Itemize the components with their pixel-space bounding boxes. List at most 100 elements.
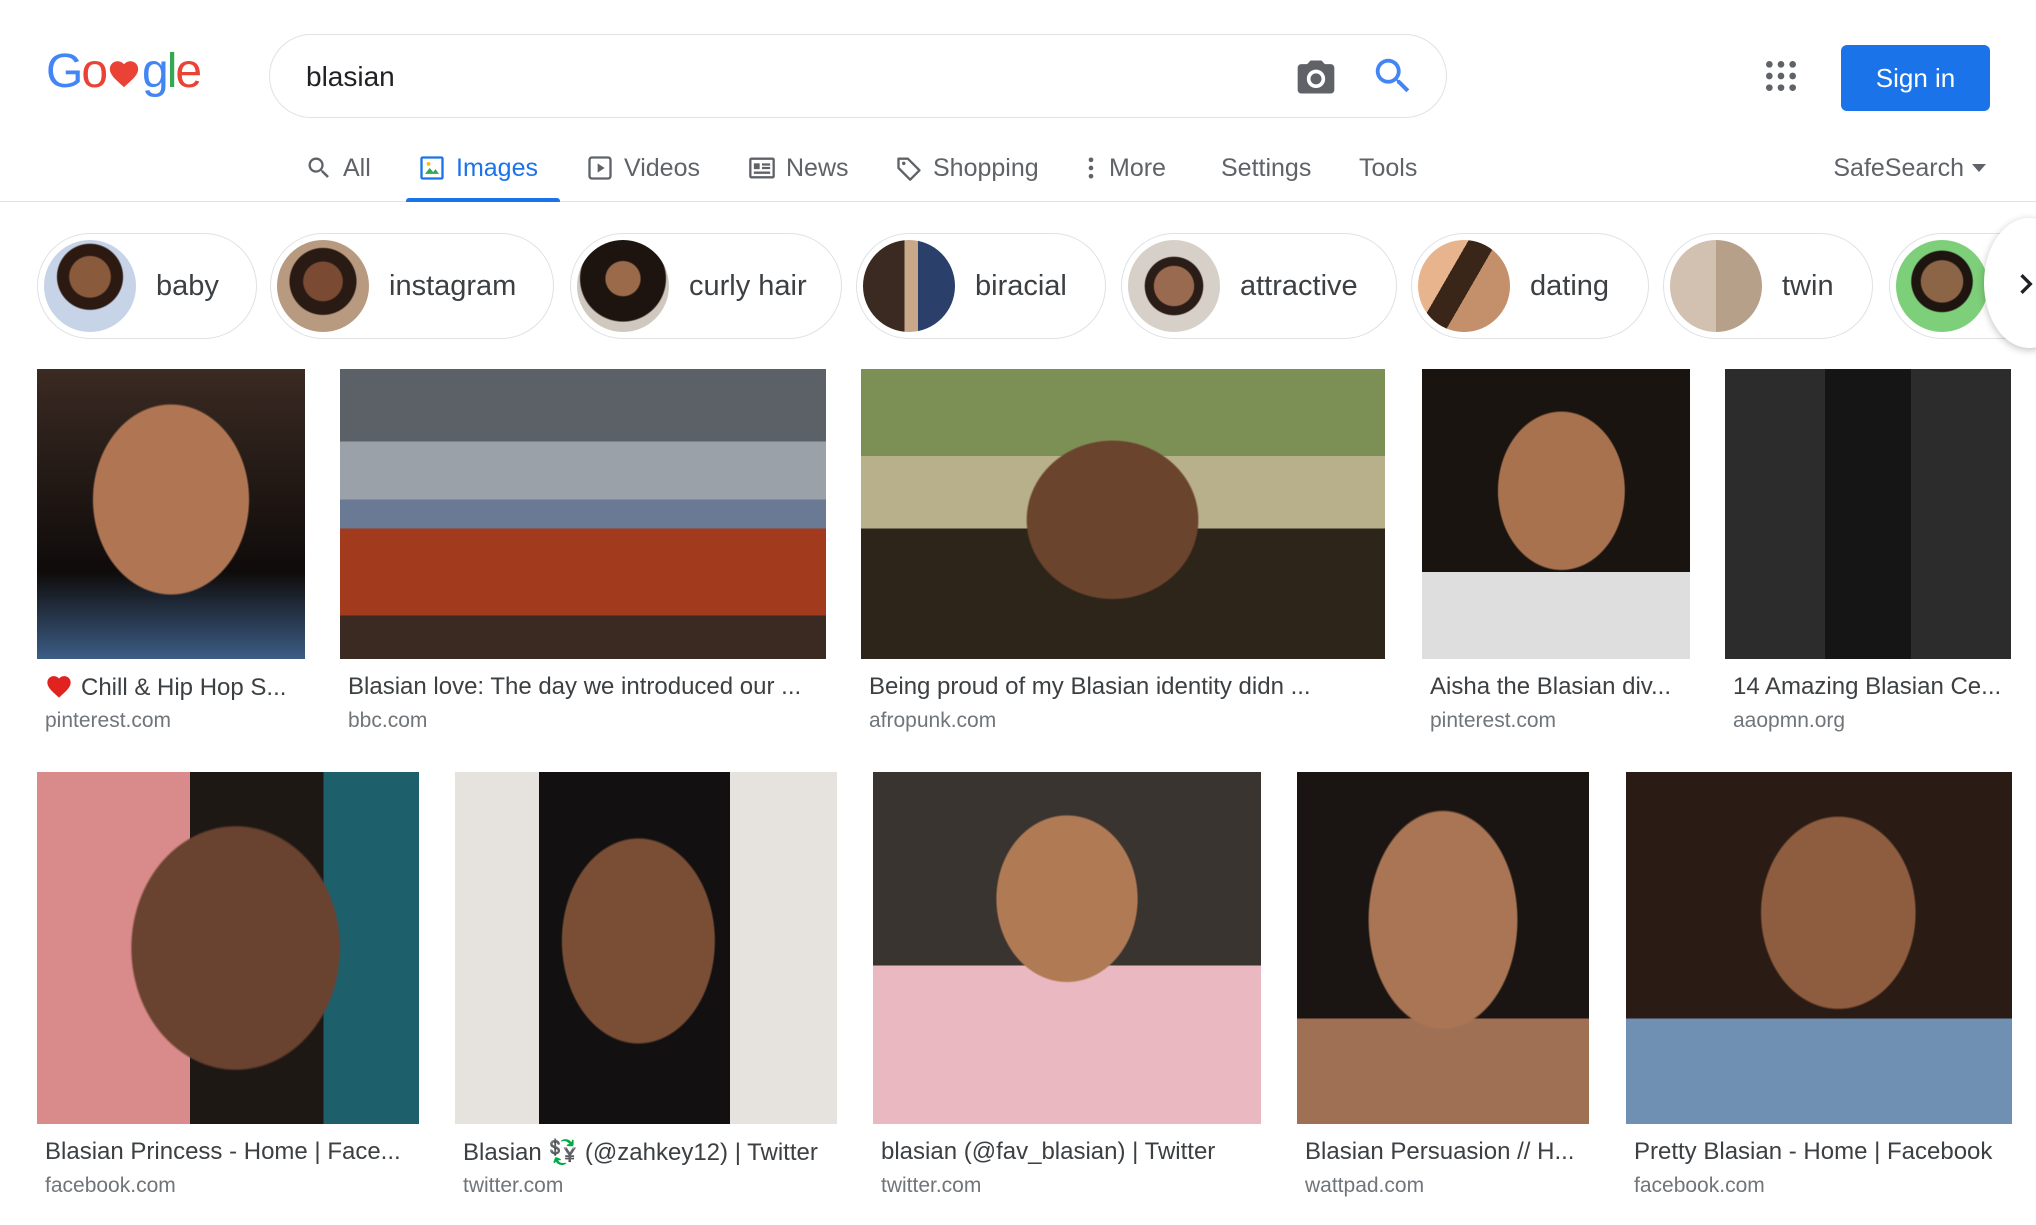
image-result[interactable]: blasian (@fav_blasian) | Twitter twitter… — [873, 772, 1261, 1212]
more-vert-icon — [1088, 157, 1094, 179]
result-title: Blasian Princess - Home | Face... — [45, 1138, 401, 1165]
result-title: Being proud of my Blasian identity didn … — [869, 673, 1311, 700]
result-domain: bbc.com — [348, 709, 428, 732]
chip-label: twin — [1782, 269, 1834, 302]
chip-thumbnail — [1670, 240, 1762, 332]
result-thumbnail[interactable] — [1725, 369, 2011, 659]
header: Gogle Sign in All Images Videos — [0, 0, 2036, 202]
search-box — [269, 34, 1447, 118]
tag-icon — [897, 157, 921, 181]
chip-baby[interactable]: baby — [37, 233, 257, 339]
tab-videos[interactable]: Videos — [586, 134, 700, 202]
result-domain: pinterest.com — [1430, 709, 1557, 732]
video-icon — [588, 156, 612, 180]
result-title-wrap: Chill & Hip Hop S... — [45, 673, 305, 702]
tab-news[interactable]: News — [748, 134, 849, 202]
result-title: Pretty Blasian - Home | Facebook — [1634, 1138, 1993, 1165]
chip-instagram[interactable]: instagram — [270, 233, 554, 339]
result-thumbnail[interactable] — [861, 369, 1385, 659]
chip-thumbnail — [1896, 240, 1988, 332]
image-result[interactable]: 14 Amazing Blasian Ce... aaopmn.org — [1725, 369, 2011, 739]
chip-dating[interactable]: dating — [1411, 233, 1649, 339]
caret-down-icon — [1972, 164, 1986, 172]
result-thumbnail[interactable] — [340, 369, 826, 659]
result-title: Chill & Hip Hop S... — [81, 674, 287, 701]
image-icon — [420, 156, 444, 180]
safesearch-dropdown[interactable]: SafeSearch — [1833, 134, 1986, 202]
search-icon[interactable] — [1370, 53, 1416, 99]
chip-thumbnail — [1128, 240, 1220, 332]
image-result[interactable]: Blasian love: The day we introduced our … — [340, 369, 826, 739]
tab-more[interactable]: More — [1083, 134, 1166, 202]
result-thumbnail[interactable] — [1422, 369, 1690, 659]
google-logo[interactable]: Go gle — [46, 44, 202, 99]
heart-icon — [47, 676, 71, 698]
tab-label: Shopping — [933, 153, 1039, 182]
chevron-right-icon — [2020, 274, 2033, 294]
tab-settings[interactable]: Settings — [1221, 134, 1311, 202]
result-domain: twitter.com — [881, 1174, 982, 1197]
result-domain: pinterest.com — [45, 709, 172, 732]
result-title: Aisha the Blasian div... — [1430, 673, 1672, 700]
sign-in-button[interactable]: Sign in — [1841, 45, 1990, 111]
tab-label: All — [343, 153, 371, 182]
chip-label: curly hair — [689, 269, 807, 302]
related-search-chips: baby instagram curly hair biracial attra… — [0, 233, 2036, 339]
image-result[interactable]: Blasian Persuasion // H... wattpad.com — [1297, 772, 1589, 1212]
image-result[interactable]: Aisha the Blasian div... pinterest.com — [1422, 369, 1690, 739]
tab-images[interactable]: Images — [406, 134, 560, 202]
chip-thumbnail — [1418, 240, 1510, 332]
image-result[interactable]: Chill & Hip Hop S... pinterest.com — [37, 369, 305, 739]
chip-thumbnail — [577, 240, 669, 332]
result-title: Blasian 💱 (@zahkey12) | Twitter — [463, 1139, 818, 1166]
chip-label: baby — [156, 269, 219, 302]
chip-label: attractive — [1240, 269, 1358, 302]
chip-label: instagram — [389, 269, 517, 302]
result-domain: facebook.com — [45, 1174, 176, 1197]
camera-icon[interactable] — [1294, 55, 1338, 99]
tab-shopping[interactable]: Shopping — [895, 134, 1039, 202]
chip-curly-hair[interactable]: curly hair — [570, 233, 842, 339]
chip-twin[interactable]: twin — [1663, 233, 1873, 339]
tab-label: News — [786, 153, 849, 182]
result-title: Blasian love: The day we introduced our … — [348, 673, 802, 700]
search-input[interactable] — [306, 55, 1206, 99]
result-thumbnail[interactable] — [455, 772, 837, 1124]
tab-label: Images — [456, 153, 538, 182]
chip-thumbnail — [44, 240, 136, 332]
chip-attractive[interactable]: attractive — [1121, 233, 1397, 339]
image-result[interactable]: Blasian Princess - Home | Face... facebo… — [37, 772, 419, 1212]
heart-icon — [109, 61, 139, 88]
apps-grid-icon[interactable] — [1761, 56, 1801, 96]
safesearch-label: SafeSearch — [1833, 153, 1964, 182]
tab-label: Videos — [624, 153, 700, 182]
result-domain: wattpad.com — [1305, 1174, 1425, 1197]
result-thumbnail[interactable] — [873, 772, 1261, 1124]
image-result[interactable]: Being proud of my Blasian identity didn … — [861, 369, 1385, 739]
result-thumbnail[interactable] — [1297, 772, 1589, 1124]
tab-tools[interactable]: Tools — [1359, 134, 1417, 202]
result-domain: twitter.com — [463, 1174, 564, 1197]
result-thumbnail[interactable] — [1626, 772, 2012, 1124]
tab-all[interactable]: All — [305, 134, 371, 202]
chip-thumbnail — [863, 240, 955, 332]
result-domain: aaopmn.org — [1733, 709, 1846, 732]
result-title: 14 Amazing Blasian Ce... — [1733, 673, 2002, 700]
image-result[interactable]: Pretty Blasian - Home | Facebook faceboo… — [1626, 772, 2012, 1212]
search-icon — [308, 157, 329, 178]
image-result[interactable]: Blasian 💱 (@zahkey12) | Twitter twitter.… — [455, 772, 837, 1212]
result-domain: afropunk.com — [869, 709, 997, 732]
tab-label: Settings — [1221, 153, 1312, 182]
chip-biracial[interactable]: biracial — [856, 233, 1106, 339]
chip-thumbnail — [277, 240, 369, 332]
tab-label: Tools — [1359, 153, 1418, 182]
chip-label: biracial — [975, 269, 1067, 302]
result-thumbnail[interactable] — [37, 772, 419, 1124]
search-tabs: All Images Videos News Shopping More Set… — [0, 134, 2036, 202]
result-thumbnail[interactable] — [37, 369, 305, 659]
result-domain: facebook.com — [1634, 1174, 1765, 1197]
news-icon — [749, 157, 775, 179]
result-title: Blasian Persuasion // H... — [1305, 1138, 1575, 1165]
chip-label: dating — [1530, 269, 1610, 302]
result-title: blasian (@fav_blasian) | Twitter — [881, 1138, 1216, 1165]
